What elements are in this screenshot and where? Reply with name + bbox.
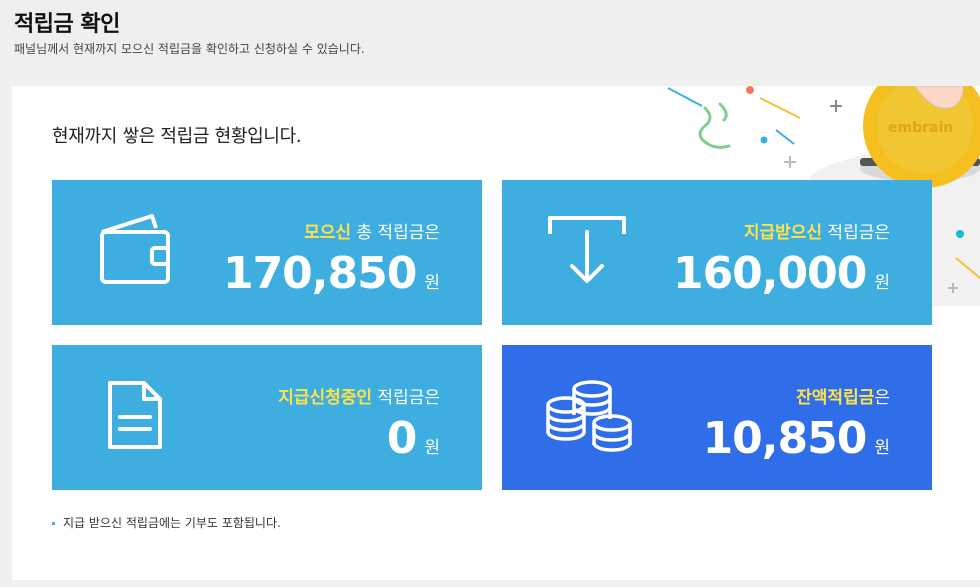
card-amount: 10,850 원: [703, 413, 890, 464]
card-total-collected: 모으신 총 적립금은 170,850 원: [52, 180, 482, 325]
card-balance: 잔액적립금은 10,850 원: [502, 345, 932, 490]
card-label-highlight: 지급받으신: [743, 223, 823, 243]
card-amount-value: 170,850: [222, 248, 417, 299]
download-arrow-icon: [548, 216, 626, 283]
card-amount-unit: 원: [424, 273, 440, 293]
logo-text: embrain: [888, 120, 953, 136]
card-amount: 170,850 원: [223, 248, 440, 299]
card-label: 지급신청중인 적립금은: [278, 383, 440, 408]
card-amount-value: 160,000: [672, 248, 867, 299]
intro-text: 현재까지 쌓은 적립금 현황입니다.: [52, 126, 302, 147]
coins-icon: [546, 380, 632, 452]
card-received: 지급받으신 적립금은 160,000 원: [502, 180, 932, 325]
bullet-icon: [52, 522, 55, 525]
document-icon: [108, 381, 162, 449]
card-label-highlight: 잔액적립금: [796, 388, 875, 408]
page-subtitle: 패널님께서 현재까지 모으신 적립금을 확인하고 신청하실 수 있습니다.: [14, 42, 365, 56]
card-amount: 160,000 원: [673, 248, 890, 299]
card-label-rest: 총 적립금은: [350, 223, 440, 243]
card-label-rest: 적립금은: [822, 223, 890, 243]
card-amount-unit: 원: [874, 273, 890, 293]
card-amount-value: 10,850: [702, 413, 868, 464]
card-label-rest: 은: [874, 388, 890, 408]
card-amount-unit: 원: [424, 438, 440, 458]
card-amount-value: 0: [386, 413, 418, 464]
card-label-highlight: 모으신: [304, 223, 351, 243]
card-pending: 지급신청중인 적립금은 0원: [52, 345, 482, 490]
card-label-highlight: 지급신청중인: [278, 388, 373, 408]
card-label: 잔액적립금은: [796, 383, 890, 408]
card-label: 지급받으신 적립금은: [744, 218, 890, 243]
card-amount-unit: 원: [874, 438, 890, 458]
page-title: 적립금 확인: [14, 12, 120, 37]
points-panel: embrain 현재까지 쌓은 적립금 현황입니다. 모으신 총 적립금은 17…: [12, 86, 980, 580]
card-amount: 0원: [387, 413, 440, 464]
card-label-rest: 적립금은: [372, 388, 440, 408]
wallet-icon: [100, 214, 170, 284]
card-label: 모으신 총 적립금은: [304, 218, 440, 243]
note-text: 지급 받으신 적립금에는 기부도 포함됩니다.: [63, 516, 281, 530]
note: 지급 받으신 적립금에는 기부도 포함됩니다.: [52, 514, 281, 531]
